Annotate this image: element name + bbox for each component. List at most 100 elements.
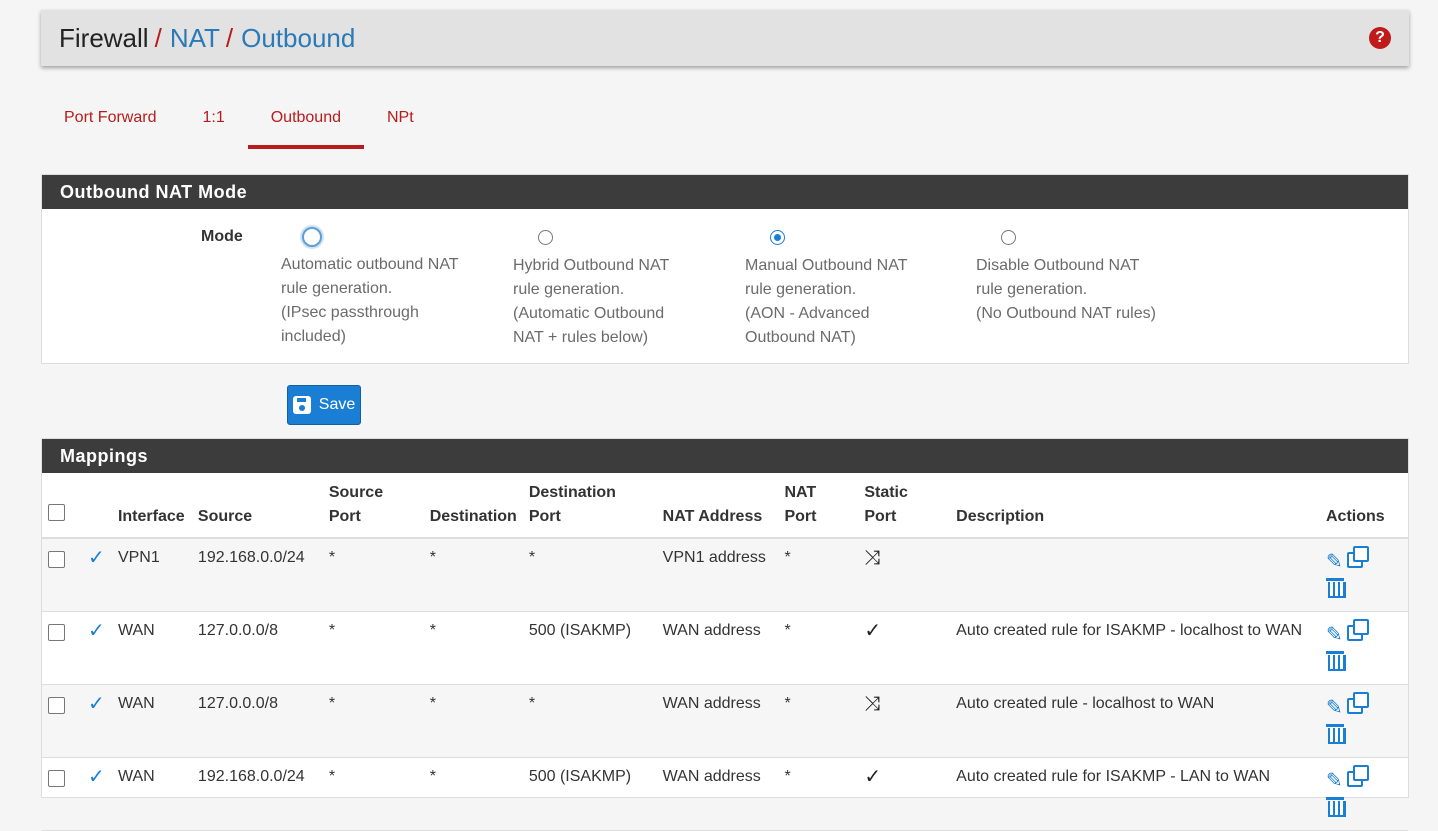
cell-interface: WAN bbox=[111, 684, 192, 758]
nat-tabs: Port Forward 1:1 Outbound NPt bbox=[41, 90, 437, 150]
table-row[interactable]: ✓ VPN1 192.168.0.0/24 * * * VPN1 address * ⤨ ✎ bbox=[42, 538, 1408, 612]
row-enabled-cell: ✓ bbox=[81, 538, 112, 612]
header-actions: Actions bbox=[1320, 473, 1408, 539]
table-row[interactable]: ✓ WAN 127.0.0.0/8 * * * WAN address * ⤨ Auto crea… bbox=[42, 684, 1408, 758]
cell-destination-port: * bbox=[522, 538, 657, 612]
edit-icon[interactable]: ✎ bbox=[1326, 697, 1343, 719]
enabled-check-icon[interactable]: ✓ bbox=[88, 693, 105, 715]
copy-icon[interactable] bbox=[1347, 619, 1370, 641]
tab-1-1[interactable]: 1:1 bbox=[179, 90, 247, 149]
breadcrumb: Firewall / NAT / Outbound ? bbox=[41, 10, 1409, 66]
cell-source: 192.168.0.0/24 bbox=[191, 538, 323, 612]
mode-option-text: Manual Outbound NAT rule generation. (AO… bbox=[745, 257, 908, 346]
row-checkbox[interactable] bbox=[48, 697, 65, 714]
header-source-port[interactable]: Source Port bbox=[322, 473, 424, 539]
row-select-cell bbox=[42, 757, 82, 831]
cell-nat-address: WAN address bbox=[656, 684, 779, 758]
cell-nat-port: * bbox=[778, 538, 859, 612]
check-icon: ✓ bbox=[864, 620, 882, 642]
select-all-checkbox[interactable] bbox=[48, 504, 65, 521]
mode-option-automatic[interactable]: Automatic outbound NAT rule generation. … bbox=[281, 227, 496, 349]
header-interface[interactable]: Interface bbox=[111, 473, 192, 539]
tab-npt[interactable]: NPt bbox=[364, 90, 437, 149]
copy-icon[interactable] bbox=[1347, 546, 1370, 568]
row-checkbox[interactable] bbox=[48, 770, 65, 787]
table-row[interactable]: ✓ WAN 192.168.0.0/24 * * 500 (ISAKMP) WAN addr… bbox=[42, 757, 1408, 831]
breadcrumb-separator: / bbox=[154, 22, 162, 53]
cell-description: Auto created rule for ISAKMP - LAN to WA… bbox=[950, 757, 1320, 831]
delete-icon[interactable] bbox=[1326, 795, 1346, 817]
delete-icon[interactable] bbox=[1326, 649, 1346, 671]
mode-option-text: Disable Outbound NAT rule generation. (N… bbox=[976, 257, 1156, 322]
help-icon[interactable]: ? bbox=[1369, 27, 1391, 49]
mode-option-disable[interactable]: Disable Outbound NAT rule generation. (N… bbox=[976, 227, 1216, 326]
edit-icon[interactable]: ✎ bbox=[1326, 770, 1343, 792]
cell-destination-port: * bbox=[522, 684, 657, 758]
delete-icon[interactable] bbox=[1326, 722, 1346, 744]
enabled-check-icon[interactable]: ✓ bbox=[88, 620, 105, 642]
edit-icon[interactable]: ✎ bbox=[1326, 551, 1343, 573]
cell-nat-port: * bbox=[778, 757, 859, 831]
cell-description: Auto created rule - localhost to WAN bbox=[950, 684, 1320, 758]
mode-radio-manual[interactable] bbox=[770, 230, 785, 245]
row-checkbox[interactable] bbox=[48, 551, 65, 568]
save-button-label: Save bbox=[318, 396, 356, 413]
mode-radio-hybrid[interactable] bbox=[538, 230, 553, 245]
enabled-check-icon[interactable]: ✓ bbox=[88, 547, 105, 569]
cell-source-port: * bbox=[322, 757, 424, 831]
cell-description: Auto created rule for ISAKMP - localhost… bbox=[950, 611, 1320, 685]
header-nat-address[interactable]: NAT Address bbox=[656, 473, 779, 539]
cell-actions: ✎ bbox=[1320, 538, 1408, 612]
row-checkbox[interactable] bbox=[48, 624, 65, 641]
header-destination[interactable]: Destination bbox=[423, 473, 523, 539]
panel-title: Outbound NAT Mode bbox=[42, 175, 1408, 209]
mappings-table: Interface Source Source Port Destination… bbox=[42, 473, 1408, 831]
select-all-header bbox=[42, 473, 82, 539]
save-button[interactable]: Save bbox=[287, 385, 361, 425]
mode-radio-automatic[interactable] bbox=[302, 227, 322, 247]
mode-radio-disable[interactable] bbox=[1001, 230, 1016, 245]
cell-actions: ✎ bbox=[1320, 611, 1408, 685]
cell-nat-port: * bbox=[778, 611, 859, 685]
tab-port-forward[interactable]: Port Forward bbox=[41, 90, 179, 149]
delete-icon[interactable] bbox=[1326, 576, 1346, 598]
breadcrumb-outbound-link[interactable]: Outbound bbox=[241, 23, 355, 54]
cell-source-port: * bbox=[322, 611, 424, 685]
cell-static-port: ✓ bbox=[858, 611, 951, 685]
row-enabled-cell: ✓ bbox=[81, 757, 112, 831]
cell-nat-address: VPN1 address bbox=[656, 538, 779, 612]
table-row[interactable]: ✓ WAN 127.0.0.0/8 * * 500 (ISAKMP) WAN address… bbox=[42, 611, 1408, 685]
enabled-header bbox=[81, 473, 112, 539]
cell-interface: WAN bbox=[111, 757, 192, 831]
cell-actions: ✎ bbox=[1320, 684, 1408, 758]
cell-destination-port: 500 (ISAKMP) bbox=[522, 757, 657, 831]
header-static-port[interactable]: Static Port bbox=[858, 473, 951, 539]
header-destination-port[interactable]: Destination Port bbox=[522, 473, 657, 539]
mode-option-hybrid[interactable]: Hybrid Outbound NAT rule generation. (Au… bbox=[513, 227, 728, 350]
breadcrumb-firewall: Firewall bbox=[59, 22, 149, 53]
mode-option-manual[interactable]: Manual Outbound NAT rule generation. (AO… bbox=[745, 227, 960, 350]
mode-option-text: Hybrid Outbound NAT rule generation. (Au… bbox=[513, 257, 670, 346]
row-enabled-cell: ✓ bbox=[81, 684, 112, 758]
cell-interface: VPN1 bbox=[111, 538, 192, 612]
header-source[interactable]: Source bbox=[191, 473, 323, 539]
cell-source-port: * bbox=[322, 684, 424, 758]
copy-icon[interactable] bbox=[1347, 765, 1370, 787]
enabled-check-icon[interactable]: ✓ bbox=[88, 766, 105, 788]
cell-destination: * bbox=[423, 611, 523, 685]
header-nat-port[interactable]: NAT Port bbox=[778, 473, 859, 539]
mappings-panel: Mappings Interface Source Source Port De… bbox=[41, 438, 1409, 831]
cell-actions: ✎ bbox=[1320, 757, 1408, 831]
cell-destination: * bbox=[423, 757, 523, 831]
cell-nat-address: WAN address bbox=[656, 757, 779, 831]
cell-description bbox=[950, 538, 1320, 612]
cell-static-port: ✓ bbox=[858, 757, 951, 831]
row-enabled-cell: ✓ bbox=[81, 611, 112, 685]
check-icon: ✓ bbox=[864, 766, 882, 788]
breadcrumb-separator: / bbox=[225, 22, 234, 53]
edit-icon[interactable]: ✎ bbox=[1326, 624, 1343, 646]
header-description[interactable]: Description bbox=[950, 473, 1320, 539]
tab-outbound[interactable]: Outbound bbox=[247, 90, 365, 149]
copy-icon[interactable] bbox=[1347, 692, 1370, 714]
breadcrumb-nat-link[interactable]: NAT bbox=[170, 23, 220, 54]
